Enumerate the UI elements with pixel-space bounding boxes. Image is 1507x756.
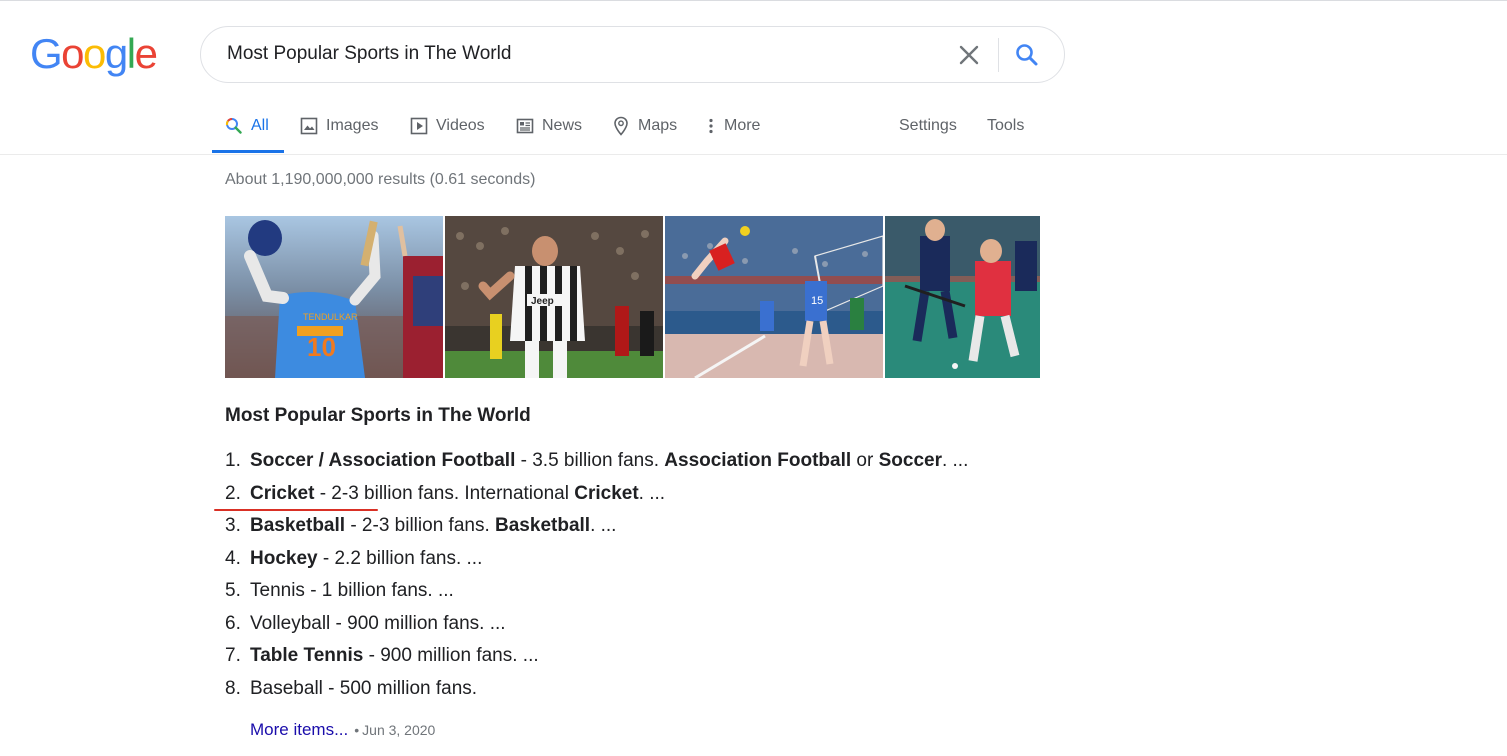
tab-more[interactable]: More [706,115,760,137]
svg-text:Jeep: Jeep [531,296,554,307]
list-item: 6. Volleyball - 900 million fans. ... [225,613,968,646]
search-icon [225,118,242,134]
list-text: . ... [941,450,969,471]
list-bold-text: Soccer / Association Football [250,450,516,471]
list-bold-text: Hockey [250,547,318,569]
tab-label: Videos [436,117,485,134]
list-number: 5. [225,580,241,601]
list-number: 7. [225,645,241,666]
image-icon [300,117,318,135]
list-bold-text: Soccer [878,450,942,471]
tab-maps[interactable]: Maps [612,115,677,137]
dots-vertical-icon [709,118,713,134]
settings-link[interactable]: Settings [899,115,957,137]
list-text: or [851,450,879,471]
play-icon [410,117,428,135]
tab-label: Images [326,117,379,134]
list-text: - 3.5 billion fans. [515,450,665,471]
logo-letter: g [104,30,128,77]
close-icon[interactable] [953,39,985,71]
list-text: Tennis - 1 billion fans. ... [250,580,454,601]
list-item: 3. Basketball - 2-3 billion fans. Basketb… [225,515,968,548]
list-number: 2. [225,482,241,504]
separator-dot: • [354,722,360,738]
list-item: 5. Tennis - 1 billion fans. ... [225,580,968,613]
hockey-image[interactable] [885,216,1040,378]
tab-label: All [251,117,269,134]
snippet-list: 1. Soccer / Association Football - 3.5 bi… [225,450,968,710]
logo-letter: e [134,30,158,77]
list-number: 3. [225,515,241,536]
search-divider [998,38,999,72]
top-border [0,0,1507,1]
red-underline-annotation [214,509,378,511]
tab-images[interactable]: Images [300,115,378,137]
list-number: 6. [225,612,241,634]
tab-label: More [724,117,761,134]
list-text: . ... [638,482,666,504]
list-bold-text: Cricket [574,482,639,504]
list-text: . ... [590,515,617,536]
tools-link[interactable]: Tools [987,115,1024,137]
list-text: Volleyball - 900 million fans. ... [250,612,506,634]
search-icon[interactable] [1011,39,1043,71]
tab-label: Maps [638,117,678,134]
list-item: 7. Table Tennis - 900 million fans. ... [225,645,968,678]
list-text: - 2.2 billion fans. ... [317,547,483,569]
cricket-image[interactable]: TENDULKAR 10 [225,216,443,378]
list-text: Baseball - 500 million fans. [250,677,478,699]
tab-label: News [542,117,583,134]
map-pin-icon [614,116,628,136]
soccer-image[interactable]: Jeep [445,216,663,378]
snippet-title: Most Popular Sports in The World [225,405,531,426]
logo-letter: G [30,30,63,77]
google-logo[interactable]: Google [30,30,158,77]
tab-videos[interactable]: Videos [410,115,485,137]
list-number: 4. [225,547,241,569]
active-tab-indicator [212,150,284,153]
list-item: 1. Soccer / Association Football - 3.5 bi… [225,450,968,483]
snippet-date: Jun 3, 2020 [362,722,436,738]
list-item: 8. Baseball - 500 million fans. [225,678,968,711]
search-input[interactable]: Most Popular Sports in The World [227,43,511,65]
list-text: - 900 million fans. ... [363,645,539,666]
list-item: 4. Hockey - 2.2 billion fans. ... [225,548,968,581]
list-bold-text: Association Football [664,450,852,471]
svg-text:15: 15 [811,295,823,307]
search-box[interactable]: Most Popular Sports in The World [200,26,1065,83]
news-icon [516,118,534,134]
result-stats: About 1,190,000,000 results (0.61 second… [225,171,536,188]
list-number: 8. [225,677,241,699]
list-number: 1. [225,450,241,471]
logo-letter: l [126,30,136,77]
tab-all[interactable]: All [225,115,269,137]
list-bold-text: Basketball [250,515,346,536]
logo-letter: o [61,30,84,77]
list-bold-text: Cricket [250,482,315,504]
search-tabs: All Images Videos News Maps More Setting… [0,100,1507,155]
tab-news[interactable]: News [516,115,582,137]
more-items-row: More items... • Jun 3, 2020 [250,720,435,740]
list-bold-text: Basketball [495,515,591,536]
list-text: - 2-3 billion fans. [345,515,496,536]
list-text: - 2-3 billion fans. International [314,482,575,504]
svg-text:TENDULKAR: TENDULKAR [303,312,358,322]
svg-text:10: 10 [307,332,336,362]
volleyball-image[interactable]: 15 [665,216,883,378]
list-bold-text: Table Tennis [250,645,364,666]
logo-letter: o [83,30,106,77]
more-items-link[interactable]: More items... [250,720,348,739]
